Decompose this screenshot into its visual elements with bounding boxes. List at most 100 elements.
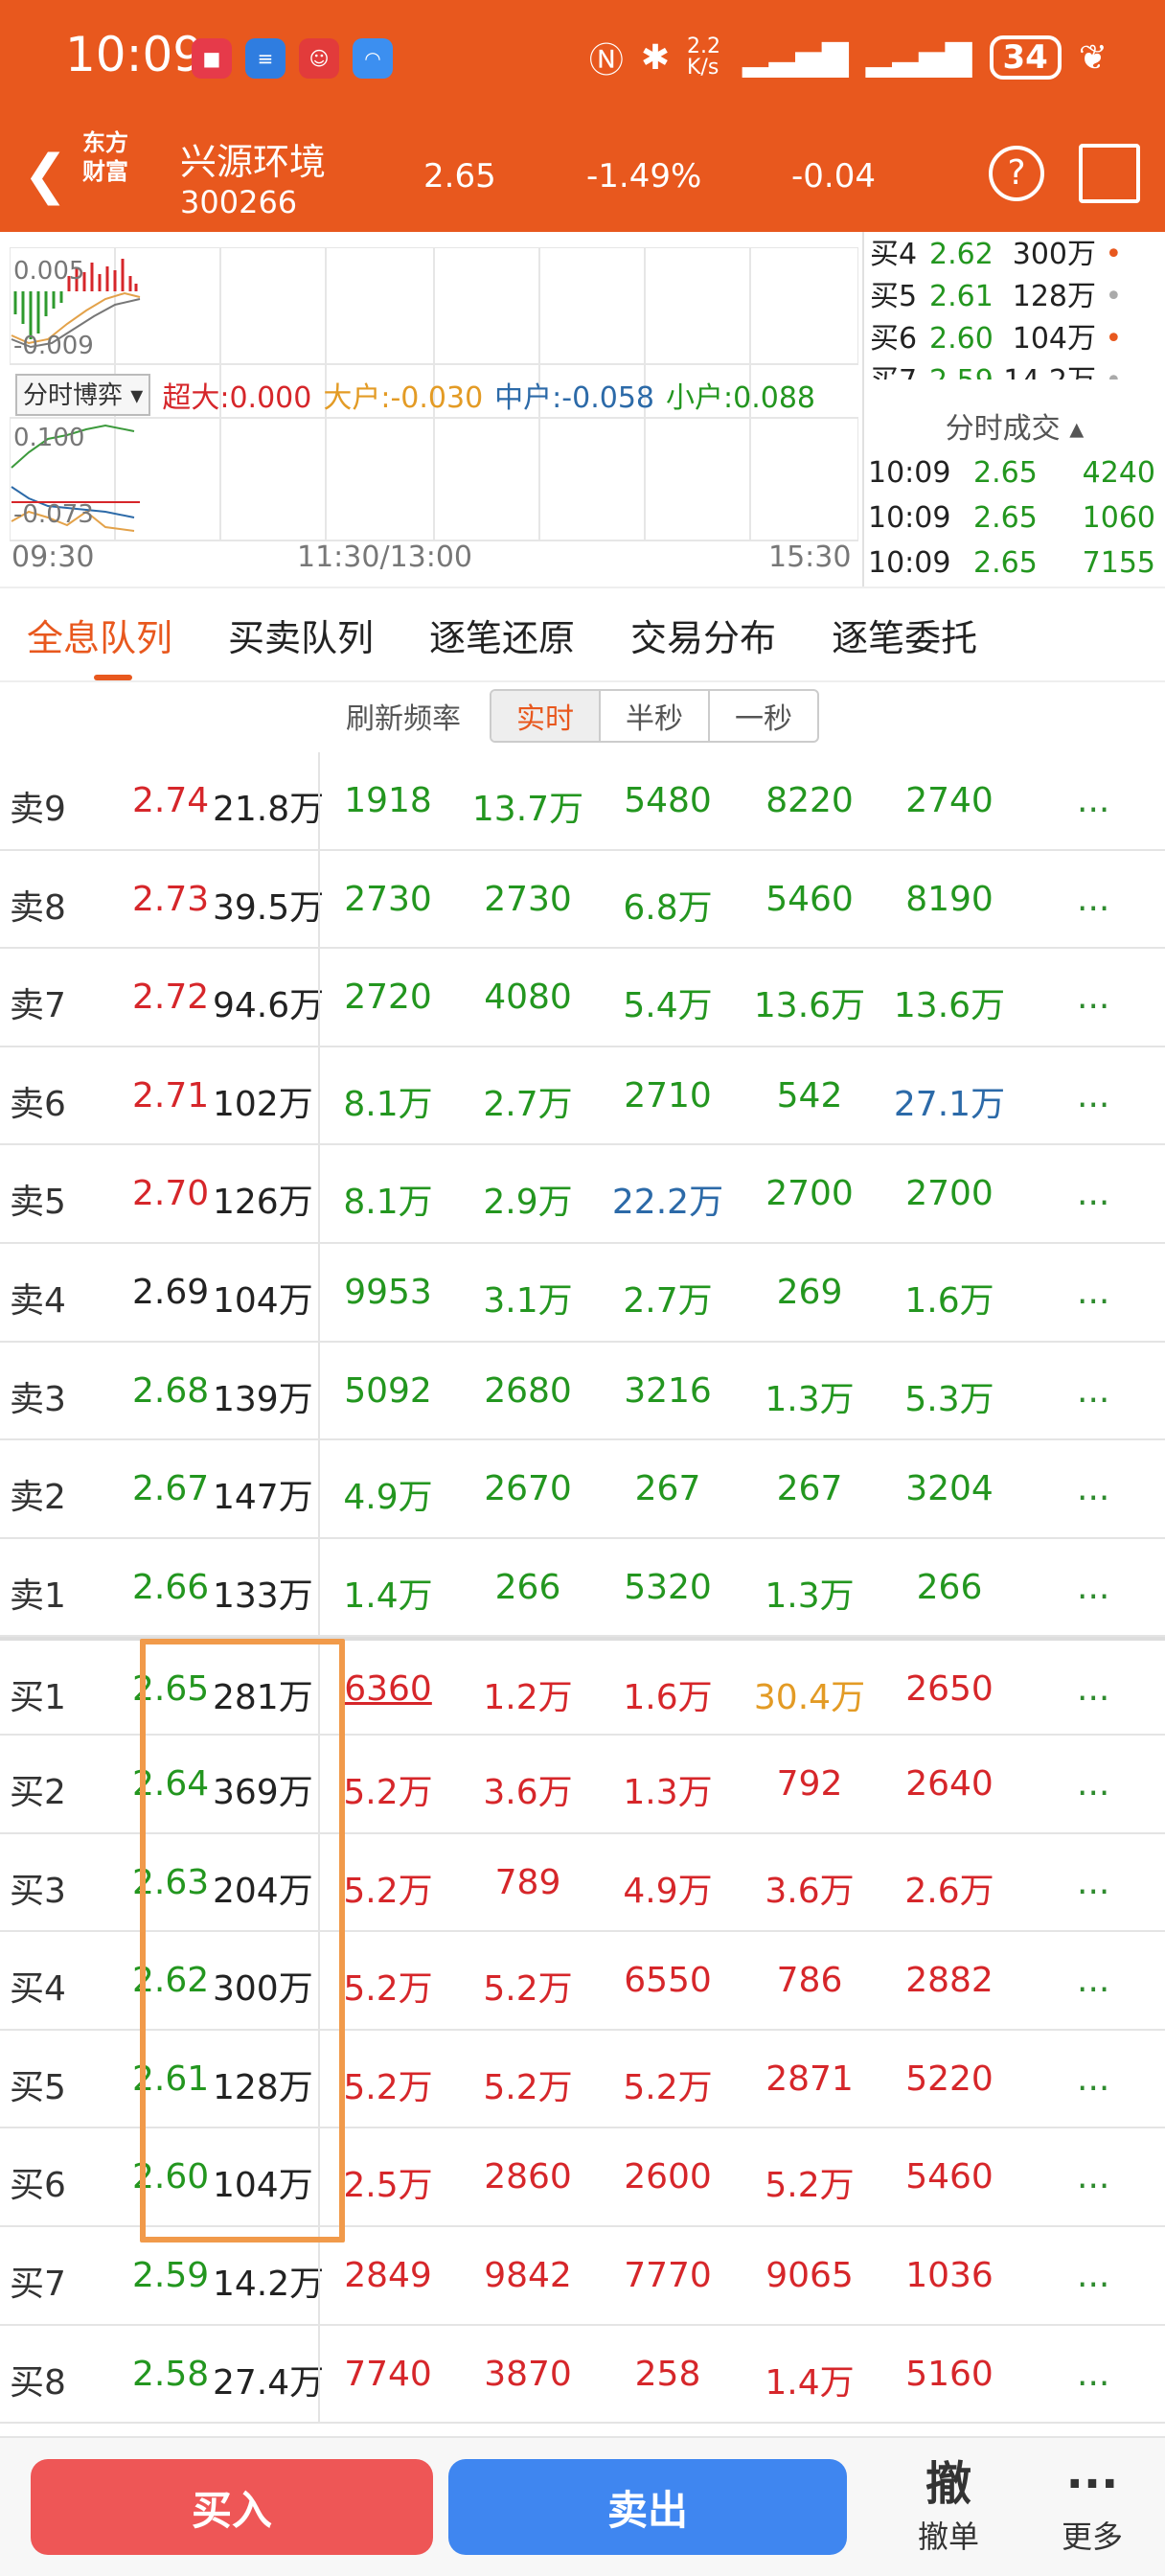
queue-order[interactable]: 2600 — [596, 2157, 740, 2196]
refresh-half-second[interactable]: 半秒 — [601, 691, 710, 741]
row-more[interactable]: ... — [1077, 2355, 1109, 2394]
queue-order[interactable]: 6.8万 — [596, 880, 740, 930]
sell-button[interactable]: 卖出 — [448, 2459, 847, 2555]
queue-order[interactable]: 1.4万 — [316, 1568, 460, 1618]
queue-order[interactable]: 2849 — [316, 2256, 460, 2295]
row-more[interactable]: ... — [1077, 1568, 1109, 1607]
queue-order[interactable]: 5220 — [878, 2059, 1021, 2099]
queue-order[interactable]: 267 — [596, 1469, 740, 1508]
queue-order[interactable]: 1036 — [878, 2256, 1021, 2295]
row-more[interactable]: ... — [1077, 781, 1109, 820]
queue-order[interactable]: 2700 — [878, 1174, 1021, 1213]
more-button[interactable]: ··· 更多 — [1062, 2455, 1123, 2557]
queue-order[interactable]: 2.9万 — [456, 1174, 600, 1224]
queue-order[interactable]: 2860 — [456, 2157, 600, 2196]
queue-order[interactable]: 542 — [738, 1076, 881, 1116]
queue-order[interactable]: 13.6万 — [878, 978, 1021, 1027]
queue-order[interactable]: 267 — [738, 1469, 881, 1508]
queue-order[interactable]: 1.3万 — [596, 1764, 740, 1814]
tab-trade-distribution[interactable]: 交易分布 — [630, 609, 776, 661]
queue-order[interactable]: 5.2万 — [596, 2059, 740, 2109]
queue-order[interactable]: 30.4万 — [738, 1669, 881, 1719]
queue-order[interactable]: 9953 — [316, 1273, 460, 1312]
queue-order[interactable]: 3216 — [596, 1371, 740, 1411]
queue-order[interactable]: 1.6万 — [878, 1273, 1021, 1322]
queue-order[interactable]: 13.6万 — [738, 978, 881, 1027]
queue-order[interactable]: 3870 — [456, 2355, 600, 2394]
tab-full-queue[interactable]: 全息队列 — [27, 609, 172, 680]
refresh-realtime[interactable]: 实时 — [491, 691, 601, 741]
row-more[interactable]: ... — [1077, 2256, 1109, 2295]
queue-order[interactable]: 13.7万 — [456, 781, 600, 831]
back-icon[interactable]: ❮ — [23, 144, 68, 206]
row-more[interactable]: ... — [1077, 1961, 1109, 2000]
row-more[interactable]: ... — [1077, 1863, 1109, 1902]
trades-title[interactable]: 分时成交 ▴ — [864, 404, 1165, 447]
queue-order[interactable]: 269 — [738, 1273, 881, 1312]
tab-tick-restore[interactable]: 逐笔还原 — [429, 609, 575, 661]
queue-order[interactable]: 5092 — [316, 1371, 460, 1411]
queue-order[interactable]: 5.2万 — [456, 2059, 600, 2109]
queue-order[interactable]: 3204 — [878, 1469, 1021, 1508]
queue-order[interactable]: 6550 — [596, 1961, 740, 2000]
queue-order[interactable]: 789 — [456, 1863, 600, 1902]
queue-order[interactable]: 2.7万 — [596, 1273, 740, 1322]
queue-order[interactable]: 5460 — [878, 2157, 1021, 2196]
queue-order[interactable]: 8.1万 — [316, 1076, 460, 1126]
row-more[interactable]: ... — [1077, 2157, 1109, 2196]
queue-order[interactable]: 2740 — [878, 781, 1021, 820]
row-more[interactable]: ... — [1077, 1371, 1109, 1411]
row-more[interactable]: ... — [1077, 1669, 1109, 1709]
queue-order[interactable]: 5480 — [596, 781, 740, 820]
queue-order[interactable]: 4.9万 — [596, 1863, 740, 1913]
queue-order[interactable]: 258 — [596, 2355, 740, 2394]
row-more[interactable]: ... — [1077, 880, 1109, 919]
queue-order[interactable]: 9842 — [456, 2256, 600, 2295]
row-more[interactable]: ... — [1077, 1469, 1109, 1508]
queue-order[interactable]: 2670 — [456, 1469, 600, 1508]
queue-order[interactable]: 1.3万 — [738, 1371, 881, 1421]
queue-order[interactable]: 8220 — [738, 781, 881, 820]
cancel-order-button[interactable]: 撤 撤单 — [918, 2455, 979, 2557]
queue-order[interactable]: 2710 — [596, 1076, 740, 1116]
queue-order[interactable]: 2640 — [878, 1764, 1021, 1804]
queue-order[interactable]: 2680 — [456, 1371, 600, 1411]
queue-order[interactable]: 2882 — [878, 1961, 1021, 2000]
queue-order[interactable]: 2700 — [738, 1174, 881, 1213]
queue-order[interactable]: 792 — [738, 1764, 881, 1804]
queue-order[interactable]: 22.2万 — [596, 1174, 740, 1224]
queue-order[interactable]: 786 — [738, 1961, 881, 2000]
help-icon[interactable]: ? — [989, 146, 1044, 201]
queue-order[interactable]: 2730 — [316, 880, 460, 919]
queue-order[interactable]: 2730 — [456, 880, 600, 919]
queue-order[interactable]: 3.6万 — [456, 1764, 600, 1814]
row-more[interactable]: ... — [1077, 1273, 1109, 1312]
queue-order[interactable]: 27.1万 — [878, 1076, 1021, 1126]
queue-order[interactable]: 5.3万 — [878, 1371, 1021, 1421]
queue-order[interactable]: 3.6万 — [738, 1863, 881, 1913]
queue-order[interactable]: 2871 — [738, 2059, 881, 2099]
refresh-one-second[interactable]: 一秒 — [710, 691, 817, 741]
row-more[interactable]: ... — [1077, 1174, 1109, 1213]
queue-order[interactable]: 5.4万 — [596, 978, 740, 1027]
queue-order[interactable]: 5.2万 — [738, 2157, 881, 2207]
queue-order[interactable]: 5160 — [878, 2355, 1021, 2394]
queue-order[interactable]: 266 — [456, 1568, 600, 1607]
row-more[interactable]: ... — [1077, 1764, 1109, 1804]
split-screen-icon[interactable] — [1079, 144, 1140, 203]
queue-order[interactable]: 2.7万 — [456, 1076, 600, 1126]
queue-order[interactable]: 5460 — [738, 880, 881, 919]
queue-order[interactable]: 1.3万 — [738, 1568, 881, 1618]
queue-order[interactable]: 8.1万 — [316, 1174, 460, 1224]
row-more[interactable]: ... — [1077, 2059, 1109, 2099]
queue-order[interactable]: 2650 — [878, 1669, 1021, 1709]
tab-order-queue[interactable]: 买卖队列 — [228, 609, 374, 661]
queue-order[interactable]: 2.6万 — [878, 1863, 1021, 1913]
queue-order[interactable]: 266 — [878, 1568, 1021, 1607]
queue-order[interactable]: 4.9万 — [316, 1469, 460, 1519]
queue-order[interactable]: 7740 — [316, 2355, 460, 2394]
row-more[interactable]: ... — [1077, 1076, 1109, 1116]
queue-order[interactable]: 5320 — [596, 1568, 740, 1607]
queue-order[interactable]: 3.1万 — [456, 1273, 600, 1322]
queue-order[interactable]: 1.4万 — [738, 2355, 881, 2404]
